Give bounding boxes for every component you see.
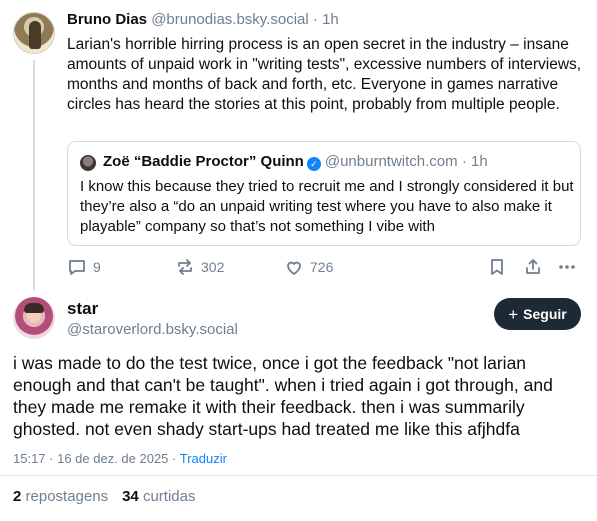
parent-post-header: Bruno Dias @brunodias.bsky.social · 1h [67, 11, 339, 28]
reply-button[interactable]: 9 [67, 256, 101, 278]
quote-text: I know this because they tried to recrui… [80, 178, 574, 235]
quote-time: 1h [470, 153, 488, 170]
main-author-avatar[interactable] [13, 297, 55, 339]
quote-author-name: Zoë “Baddie Proctor” Quinn [103, 153, 304, 170]
reply-icon [69, 260, 85, 275]
parent-author-name[interactable]: Bruno Dias [67, 11, 147, 28]
reposts-count: 2 [13, 488, 22, 505]
more-icon [559, 265, 575, 269]
header-separator: · [312, 11, 318, 28]
bookmark-icon [491, 259, 503, 275]
thread-line [33, 60, 35, 290]
check-badge-icon: ✓ [306, 157, 321, 171]
like-button[interactable]: 726 [284, 256, 333, 278]
quote-author-avatar [80, 155, 96, 171]
post-timestamp: 15:17 · 16 de dez. de 2025 [13, 451, 169, 466]
repost-icon [178, 259, 192, 275]
parent-author-avatar[interactable] [13, 12, 55, 54]
bookmark-button[interactable] [487, 256, 507, 278]
reposts-stat[interactable]: 2 repostagens [13, 488, 108, 505]
repost-count: 302 [201, 259, 225, 275]
main-post-text: i was made to do the test twice, once i … [13, 353, 553, 439]
parent-post[interactable]: Bruno Dias @brunodias.bsky.social · 1h L… [0, 0, 597, 290]
repost-button[interactable]: 302 [175, 256, 224, 278]
post-meta: 15:17 · 16 de dez. de 2025 · Traduzir [13, 451, 227, 466]
main-author-name[interactable]: star [67, 299, 98, 319]
follow-button[interactable]: + Seguir [494, 298, 581, 330]
share-button[interactable] [523, 256, 543, 278]
reply-count: 9 [93, 259, 101, 275]
likes-label: curtidas [142, 488, 196, 505]
divider [0, 475, 597, 476]
meta-separator: · [172, 451, 177, 466]
translate-link[interactable]: Traduzir [180, 451, 227, 466]
like-count: 726 [310, 259, 334, 275]
main-author-handle[interactable]: @staroverlord.bsky.social [67, 321, 238, 338]
heart-icon [287, 261, 301, 275]
follow-label: Seguir [523, 306, 567, 322]
parent-author-handle[interactable]: @brunodias.bsky.social [151, 11, 309, 28]
quote-author-handle: @unburntwitch.com [324, 153, 458, 170]
quote-header: Zoë “Baddie Proctor” Quinn ✓ @unburntwitch… [103, 153, 488, 171]
post-stats: 2 repostagens 34 curtidas [13, 488, 195, 505]
quote-separator: · [461, 153, 467, 170]
parent-post-text: Larian's horrible hirring process is an … [67, 36, 582, 113]
plus-icon: + [508, 304, 519, 324]
reposts-label: repostagens [25, 488, 109, 505]
likes-stat[interactable]: 34 curtidas [122, 488, 195, 505]
share-icon [526, 259, 540, 274]
likes-count: 34 [122, 488, 139, 505]
post-actions: 9 302 726 [67, 256, 581, 278]
quoted-post[interactable]: Zoë “Baddie Proctor” Quinn ✓ @unburntwitch… [67, 141, 581, 246]
parent-post-time[interactable]: 1h [322, 11, 339, 28]
more-options-button[interactable] [557, 256, 577, 278]
